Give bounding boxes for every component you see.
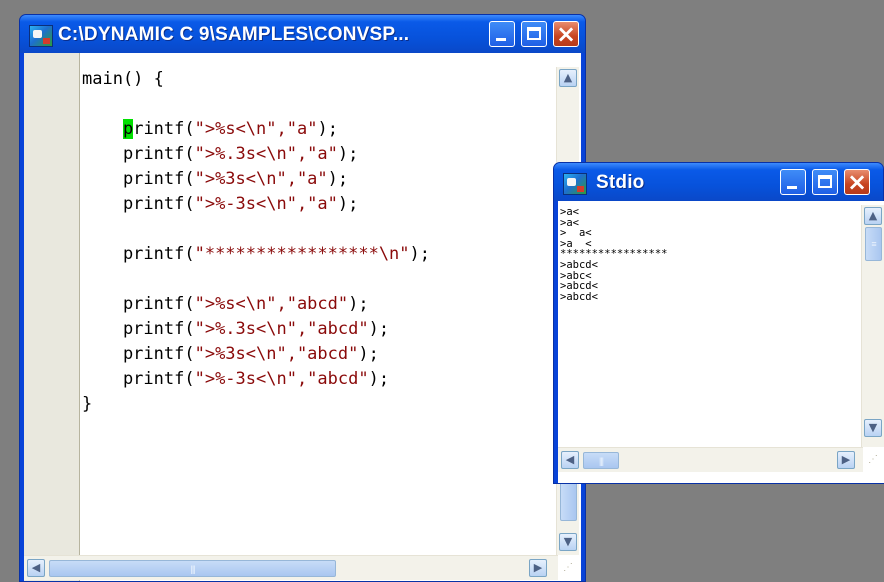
code-editor[interactable]: main() { printf(">%s<\n","a"); printf(">… (82, 67, 430, 417)
code-line[interactable]: printf(">%s<\n","abcd"); (82, 292, 430, 317)
minimize-icon (787, 186, 797, 189)
minimize-icon (496, 38, 506, 41)
horizontal-scroll-thumb[interactable]: ||| (49, 560, 336, 577)
code-line[interactable]: printf(">%-3s<\n","abcd"); (82, 367, 430, 392)
editor-horizontal-scrollbar[interactable]: ◀ ||| ▶ (24, 555, 558, 580)
code-text: printf( (82, 144, 195, 164)
stdio-title: Stdio (596, 172, 645, 193)
code-text: printf( (82, 169, 195, 189)
stdio-minimize-button[interactable] (780, 169, 806, 195)
code-text: } (82, 394, 93, 414)
code-text: ); (348, 294, 369, 314)
code-text: printf( (82, 294, 195, 314)
code-string: ">%-3s<\n","abcd" (194, 369, 369, 389)
editor-title: C:\DYNAMIC C 9\SAMPLES\CONVSP... (58, 24, 410, 45)
close-icon: × (555, 20, 577, 48)
scroll-left-button[interactable]: ◀ (27, 559, 45, 577)
code-line[interactable]: printf(">%s<\n","a"); (82, 117, 430, 142)
code-string: ">%-3s<\n","a" (194, 194, 338, 214)
thumb-grip-icon: ||| (598, 455, 604, 466)
code-text: ); (358, 344, 379, 364)
text-cursor: p (122, 119, 134, 139)
stdio-output[interactable]: >a< >a< > a< >a < ***************** >abcd< >ab… (560, 207, 667, 302)
code-text: printf( (82, 194, 195, 214)
code-text: printf( (82, 344, 195, 364)
line-gutter (24, 53, 80, 581)
output-line: >abcd< (560, 258, 598, 271)
code-text: ); (337, 144, 359, 164)
code-string: "*****************\n" (194, 244, 410, 264)
stdio-maximize-button[interactable] (812, 169, 838, 195)
code-text: ); (337, 194, 359, 214)
code-line[interactable]: } (82, 392, 430, 417)
code-text: main() { (82, 69, 164, 89)
stdio-client: >a< >a< > a< >a < ***************** >abcd< >ab… (558, 201, 884, 483)
code-string: ">%.3s<\n","abcd" (194, 319, 369, 339)
stdio-titlebar[interactable]: Stdio × (554, 163, 883, 201)
close-button[interactable]: × (553, 20, 579, 48)
code-line[interactable] (82, 217, 430, 242)
stdio-app-icon[interactable] (563, 173, 587, 195)
code-line[interactable]: main() { (82, 67, 430, 92)
maximize-icon (527, 27, 541, 40)
code-string: ">%3s<\n","a" (194, 169, 328, 189)
close-icon: × (846, 168, 868, 196)
stdio-horizontal-scroll-thumb[interactable]: ||| (583, 452, 619, 469)
app-icon[interactable] (29, 25, 53, 47)
editor-titlebar[interactable]: C:\DYNAMIC C 9\SAMPLES\CONVSP... × (20, 15, 585, 53)
code-string: ">%.3s<\n","a" (194, 144, 338, 164)
code-line[interactable]: printf(">%.3s<\n","a"); (82, 142, 430, 167)
code-text: printf( (82, 319, 195, 339)
code-text: ); (409, 244, 431, 264)
code-text: printf( (82, 369, 195, 389)
stdio-vertical-scrollbar[interactable]: ▲ ≡ ▼ (861, 205, 884, 447)
thumb-grip-icon: ≡ (871, 239, 876, 249)
stdio-scroll-up-button[interactable]: ▲ (864, 207, 882, 225)
code-text: printf( (82, 244, 195, 264)
stdio-scroll-down-button[interactable]: ▼ (864, 419, 882, 437)
maximize-button[interactable] (521, 21, 547, 47)
code-line[interactable]: printf(">%-3s<\n","a"); (82, 192, 430, 217)
editor-client: main() { printf(">%s<\n","a"); printf(">… (24, 53, 581, 581)
scroll-up-button[interactable]: ▲ (559, 69, 577, 87)
code-line[interactable] (82, 267, 430, 292)
stdio-window: Stdio × >a< >a< > a< >a < ***************** >… (553, 162, 884, 484)
code-line[interactable]: printf(">%3s<\n","a"); (82, 167, 430, 192)
code-line[interactable]: printf("*****************\n"); (82, 242, 430, 267)
resize-grip-icon[interactable]: ⋰ (560, 560, 576, 576)
output-line: >abcd< (560, 290, 598, 303)
editor-window: C:\DYNAMIC C 9\SAMPLES\CONVSP... × main(… (19, 14, 586, 582)
stdio-vertical-scroll-thumb[interactable]: ≡ (865, 227, 882, 261)
code-line[interactable] (82, 92, 430, 117)
code-line[interactable]: printf(">%.3s<\n","abcd"); (82, 317, 430, 342)
code-text: ); (317, 119, 338, 139)
scroll-right-button[interactable]: ▶ (529, 559, 547, 577)
code-text: ); (368, 319, 390, 339)
output-line: >a< (560, 206, 579, 218)
code-string: ">%s<\n","a" (194, 119, 318, 139)
stdio-scroll-left-button[interactable]: ◀ (561, 451, 579, 469)
stdio-scroll-right-button[interactable]: ▶ (837, 451, 855, 469)
minimize-button[interactable] (489, 21, 515, 47)
stdio-horizontal-scrollbar[interactable]: ◀ ||| ▶ (558, 447, 863, 472)
stdio-close-button[interactable]: × (844, 168, 870, 196)
scroll-down-button[interactable]: ▼ (559, 533, 577, 551)
code-string: ">%s<\n","abcd" (194, 294, 349, 314)
code-string: ">%3s<\n","abcd" (194, 344, 359, 364)
code-text: ); (368, 369, 390, 389)
code-text: ); (327, 169, 349, 189)
thumb-grip-icon: ||| (190, 563, 195, 574)
stdio-resize-grip-icon[interactable]: ⋰ (865, 452, 881, 468)
code-line[interactable]: printf(">%3s<\n","abcd"); (82, 342, 430, 367)
maximize-icon (818, 175, 832, 188)
